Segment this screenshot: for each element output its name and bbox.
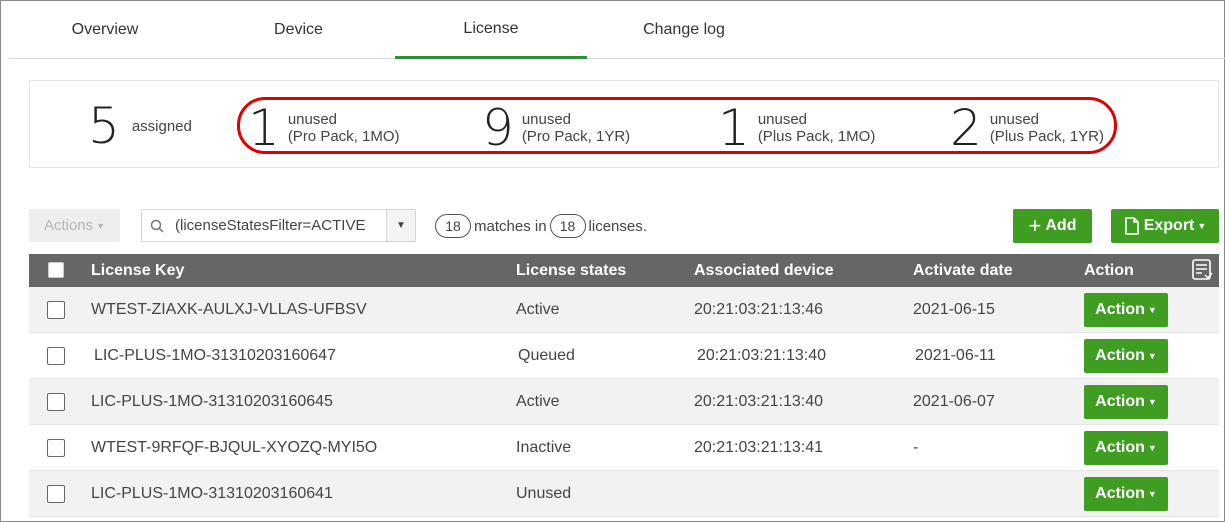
column-settings-icon[interactable] xyxy=(1190,258,1214,282)
license-key-cell: LIC-PLUS-1MO-31310203160645 xyxy=(91,393,333,410)
row-checkbox[interactable] xyxy=(47,439,65,457)
row-action-button[interactable]: Action ▼ xyxy=(1084,431,1168,465)
row-action-label: Action xyxy=(1095,347,1145,364)
header-associated-device[interactable]: Associated device xyxy=(694,262,834,280)
associated-device-cell: 20:21:03:21:13:40 xyxy=(694,393,824,410)
license-state-cell: Active xyxy=(516,393,560,410)
export-button[interactable]: Export ▼ xyxy=(1111,209,1219,243)
search-icon xyxy=(150,219,164,233)
assigned-label: assigned xyxy=(131,117,192,135)
row-action-button[interactable]: Action ▼ xyxy=(1084,293,1168,327)
license-key-cell: LIC-PLUS-1MO-31310203160647 xyxy=(94,347,336,364)
row-action-button[interactable]: Action ▼ xyxy=(1084,339,1168,373)
row-action-label: Action xyxy=(1095,301,1145,318)
row-checkbox[interactable] xyxy=(47,393,65,411)
associated-device-cell: 20:21:03:21:13:46 xyxy=(694,301,824,318)
assigned-stat: 5 assigned xyxy=(88,101,192,151)
tab-device[interactable]: Device xyxy=(221,1,376,59)
assigned-count: 5 xyxy=(88,97,120,155)
activate-date-cell: 2021-06-15 xyxy=(913,301,995,318)
export-label: Export xyxy=(1143,217,1195,234)
license-key-cell: LIC-PLUS-1MO-31310203160641 xyxy=(91,485,333,502)
total-count-badge: 18 xyxy=(549,214,586,238)
table-row: WTEST-ZIAXK-AULXJ-VLLAS-UFBSV Active 20:… xyxy=(29,287,1219,333)
caret-down-icon: ▼ xyxy=(96,220,106,231)
row-action-label: Action xyxy=(1095,485,1145,502)
caret-down-icon: ▼ xyxy=(1147,397,1157,407)
file-export-icon xyxy=(1124,217,1139,235)
license-state-cell: Inactive xyxy=(516,439,572,456)
tab-overview[interactable]: Overview xyxy=(27,1,183,59)
match-count-text: 18 matches in 18 licenses. xyxy=(435,214,650,238)
table-row: LIC-PLUS-1MO-31310203160641 Unused Actio… xyxy=(29,471,1219,517)
search-filter-dropdown[interactable]: ▼ xyxy=(386,210,415,241)
license-state-cell: Active xyxy=(516,301,560,318)
search-box: ▼ xyxy=(141,209,416,242)
select-all-checkbox[interactable] xyxy=(48,262,64,278)
caret-down-icon: ▼ xyxy=(1147,351,1157,361)
header-license-states[interactable]: License states xyxy=(516,262,626,280)
row-action-label: Action xyxy=(1095,393,1145,410)
row-checkbox[interactable] xyxy=(47,485,65,503)
search-input[interactable] xyxy=(175,210,387,241)
tab-bar: Overview Device License Change log xyxy=(9,1,1225,59)
row-action-button[interactable]: Action ▼ xyxy=(1084,477,1168,511)
row-action-label: Action xyxy=(1095,439,1145,456)
license-page: Overview Device License Change log 5 ass… xyxy=(0,0,1225,522)
caret-down-icon: ▼ xyxy=(1147,443,1157,453)
license-state-cell: Queued xyxy=(518,347,575,364)
header-activate-date[interactable]: Activate date xyxy=(913,262,1013,280)
license-key-cell: WTEST-ZIAXK-AULXJ-VLLAS-UFBSV xyxy=(91,301,367,318)
actions-dropdown-button[interactable]: Actions ▼ xyxy=(29,209,120,242)
add-label: Add xyxy=(1045,217,1077,234)
header-license-key[interactable]: License Key xyxy=(91,262,184,280)
header-action: Action xyxy=(1084,262,1134,279)
caret-down-icon: ▼ xyxy=(396,220,406,231)
caret-down-icon: ▼ xyxy=(1147,305,1157,315)
activate-date-cell: 2021-06-07 xyxy=(913,393,995,410)
unused-highlight-outline xyxy=(237,97,1117,154)
actions-label: Actions xyxy=(43,217,94,234)
activate-date-cell: - xyxy=(913,439,919,456)
table-row: LIC-PLUS-1MO-31310203160647 Queued 20:21… xyxy=(29,333,1219,379)
caret-down-icon: ▼ xyxy=(1197,221,1207,231)
associated-device-cell: 20:21:03:21:13:41 xyxy=(694,439,824,456)
total-text: licenses. xyxy=(588,217,647,235)
table-row: LIC-PLUS-1MO-31310203160645 Active 20:21… xyxy=(29,379,1219,425)
caret-down-icon: ▼ xyxy=(1147,489,1157,499)
row-checkbox[interactable] xyxy=(47,347,65,365)
row-checkbox[interactable] xyxy=(47,301,65,319)
table-row: WTEST-9RFQF-BJQUL-XYOZQ-MYI5O Inactive 2… xyxy=(29,425,1219,471)
license-table: License Key License states Associated de… xyxy=(29,254,1219,517)
matches-count-badge: 18 xyxy=(435,214,471,238)
add-button[interactable]: + Add xyxy=(1013,209,1092,243)
matches-text: matches in xyxy=(474,217,547,235)
license-key-cell: WTEST-9RFQF-BJQUL-XYOZQ-MYI5O xyxy=(91,439,378,456)
plus-icon: + xyxy=(1028,213,1042,238)
activate-date-cell: 2021-06-11 xyxy=(915,347,996,364)
table-header: License Key License states Associated de… xyxy=(29,254,1219,287)
license-state-cell: Unused xyxy=(516,485,572,502)
tab-change-log[interactable]: Change log xyxy=(599,1,769,59)
tab-license[interactable]: License xyxy=(395,1,587,59)
associated-device-cell: 20:21:03:21:13:40 xyxy=(697,347,827,364)
row-action-button[interactable]: Action ▼ xyxy=(1084,385,1168,419)
